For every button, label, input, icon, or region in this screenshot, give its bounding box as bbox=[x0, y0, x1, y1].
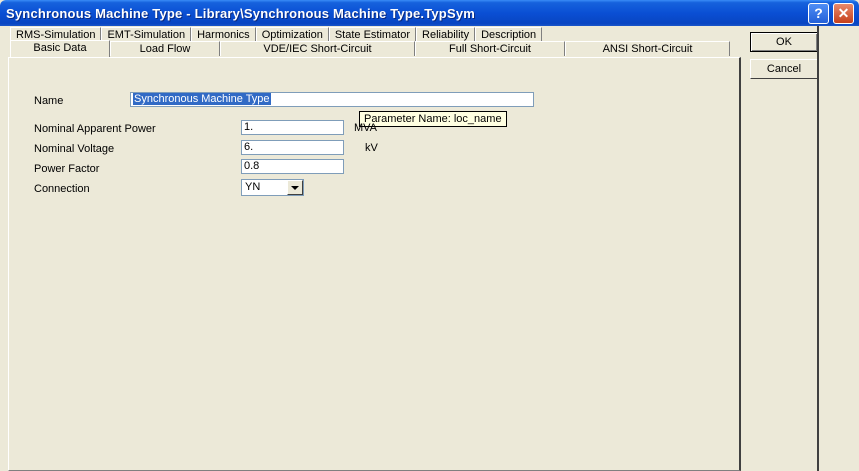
tab-description[interactable]: Description bbox=[475, 27, 543, 42]
voltage-label: Nominal Voltage bbox=[34, 143, 115, 155]
dialog-client: RMS-Simulation EMT-Simulation Harmonics … bbox=[4, 26, 855, 471]
apparent-power-label: Nominal Apparent Power bbox=[34, 123, 156, 135]
power-factor-field[interactable]: 0.8 bbox=[241, 159, 344, 174]
voltage-field[interactable]: 6. bbox=[241, 140, 344, 155]
tab-load-flow[interactable]: Load Flow bbox=[110, 41, 220, 56]
voltage-unit: kV bbox=[365, 142, 378, 154]
chevron-down-icon[interactable] bbox=[287, 180, 303, 195]
tab-ansi-short-circuit[interactable]: ANSI Short-Circuit bbox=[565, 41, 730, 56]
connection-label: Connection bbox=[34, 183, 90, 195]
basic-data-panel: Name Synchronous Machine Type Parameter … bbox=[8, 57, 741, 471]
tab-emt-simulation[interactable]: EMT-Simulation bbox=[101, 27, 192, 42]
tab-reliability[interactable]: Reliability bbox=[416, 27, 476, 42]
tab-state-estimator[interactable]: State Estimator bbox=[328, 27, 417, 42]
title-bar: Synchronous Machine Type - Library\Synch… bbox=[0, 0, 859, 26]
power-factor-label: Power Factor bbox=[34, 163, 100, 175]
tab-row-2: Basic Data Load Flow VDE/IEC Short-Circu… bbox=[10, 40, 730, 57]
name-value: Synchronous Machine Type bbox=[133, 93, 271, 105]
window-title: Synchronous Machine Type - Library\Synch… bbox=[6, 5, 476, 21]
tooltip: Parameter Name: loc_name bbox=[359, 111, 507, 127]
tab-optimization[interactable]: Optimization bbox=[255, 27, 329, 42]
apparent-power-field[interactable]: 1. bbox=[241, 120, 344, 135]
apparent-power-unit: MVA bbox=[354, 122, 378, 134]
tab-full-short-circuit[interactable]: Full Short-Circuit bbox=[415, 41, 565, 56]
cancel-button[interactable]: Cancel bbox=[750, 59, 818, 79]
close-button[interactable]: ✕ bbox=[833, 3, 854, 24]
name-field[interactable]: Synchronous Machine Type bbox=[130, 92, 534, 107]
tab-basic-data[interactable]: Basic Data bbox=[10, 40, 110, 57]
ok-button[interactable]: OK bbox=[750, 32, 818, 52]
name-label: Name bbox=[34, 95, 64, 107]
connection-value: YN bbox=[245, 181, 261, 193]
connection-select[interactable]: YN bbox=[241, 179, 304, 196]
tab-harmonics[interactable]: Harmonics bbox=[191, 27, 256, 42]
help-button[interactable]: ? bbox=[808, 3, 829, 24]
tab-vde-iec-short-circuit[interactable]: VDE/IEC Short-Circuit bbox=[220, 41, 415, 56]
right-divider bbox=[817, 26, 819, 471]
